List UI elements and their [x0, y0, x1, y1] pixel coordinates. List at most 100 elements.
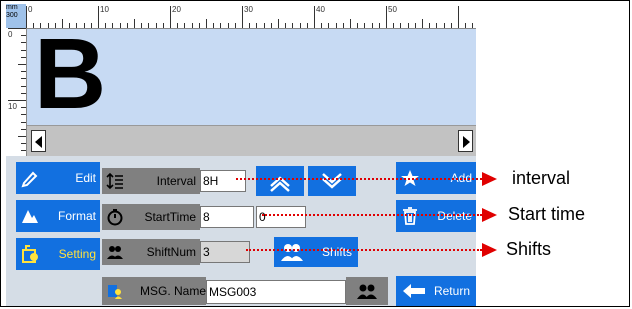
stopwatch-icon: [107, 209, 123, 226]
users-icon: [107, 246, 123, 259]
shiftnum-input[interactable]: 3: [200, 241, 250, 263]
scroll-left-button[interactable]: [31, 130, 46, 152]
ruler-tick: [21, 114, 26, 116]
ruler-tick: [21, 85, 26, 87]
ruler-tick: [134, 19, 135, 28]
ruler-label: 0: [8, 30, 13, 39]
starttime-annotation: Start time: [508, 204, 586, 224]
ruler-tick: [407, 23, 409, 28]
ruler-tick: [378, 23, 380, 28]
ruler-tick: [299, 23, 301, 28]
interval-down-button[interactable]: [308, 166, 356, 196]
ruler-tick: [155, 23, 157, 28]
interval-annotation: interval: [512, 168, 571, 188]
ruler-tick: [263, 23, 265, 28]
return-button[interactable]: Return: [396, 276, 476, 306]
ruler-tick: [472, 23, 474, 28]
msg-users-button[interactable]: [346, 277, 388, 305]
ruler-tick: [18, 136, 26, 137]
starttime-hour-input[interactable]: 8: [200, 206, 254, 228]
setting-icon: [22, 245, 38, 263]
ruler-tick: [278, 19, 279, 28]
ruler-tick: [21, 92, 26, 94]
ruler-tick: [21, 71, 26, 73]
ruler-tick: [126, 23, 128, 28]
format-button[interactable]: Format: [16, 200, 100, 232]
interval-label-box: Interval: [102, 168, 200, 194]
ruler-tick: [386, 6, 387, 28]
printer-screen: mm 300 0 10 20 30 40 50 0 10 B Edit Format Set…: [6, 4, 476, 306]
ruler-tick: [162, 23, 164, 28]
ruler-tick: [112, 23, 114, 28]
ruler-tick: [177, 23, 179, 28]
shiftnum-label-box: ShiftNum: [102, 239, 200, 265]
ruler-tick: [21, 107, 26, 109]
edit-button[interactable]: Edit: [16, 162, 100, 194]
ruler-tick: [26, 6, 27, 28]
arrow-right-icon: [463, 136, 470, 148]
ruler-tick: [184, 23, 186, 28]
ruler-tick: [371, 23, 373, 28]
users-icon: [281, 244, 303, 261]
interval-input[interactable]: 8H: [200, 170, 246, 192]
ruler-label: 40: [316, 5, 325, 14]
ruler-tick: [227, 23, 229, 28]
ruler-tick: [119, 23, 121, 28]
ruler-tick: [436, 23, 438, 28]
msg-name-input[interactable]: MSG003: [206, 280, 346, 304]
ruler-tick: [306, 23, 308, 28]
ruler-tick: [400, 23, 402, 28]
ruler-tick: [21, 143, 26, 145]
vertical-ruler: 0 10: [6, 28, 27, 162]
chevron-down-icon: [322, 173, 342, 189]
ruler-tick: [213, 23, 215, 28]
ruler-tick: [321, 23, 323, 28]
ruler-tick: [206, 19, 207, 28]
ruler-label: 10: [100, 5, 109, 14]
message-file-icon: [108, 285, 122, 299]
ruler-tick: [21, 150, 26, 152]
ruler-tick: [443, 23, 445, 28]
setting-button[interactable]: Setting: [16, 238, 100, 270]
horizontal-scrollbar[interactable]: [27, 125, 476, 157]
interval-annotation-line: [236, 178, 482, 180]
shifts-arrowhead: [482, 243, 497, 257]
msg-name-label-box: MSG. Name: [102, 277, 206, 305]
shifts-button[interactable]: Shifts: [274, 237, 358, 267]
ruler-label: 0: [28, 5, 33, 14]
ruler-tick: [234, 23, 236, 28]
ruler-tick: [21, 49, 26, 51]
interval-list-icon: [106, 172, 123, 190]
ruler-tick: [8, 100, 26, 101]
ruler-tick: [148, 23, 150, 28]
scroll-right-button[interactable]: [458, 130, 473, 152]
ruler-tick: [342, 23, 344, 28]
ruler-tick: [422, 19, 423, 28]
ruler-tick: [220, 23, 222, 28]
delete-button[interactable]: Delete: [396, 200, 476, 232]
starttime-minute-input[interactable]: 0: [256, 206, 306, 228]
ruler-label: 20: [172, 5, 181, 14]
ruler-tick: [458, 6, 459, 28]
ruler-tick: [414, 23, 416, 28]
message-text[interactable]: B: [34, 19, 106, 129]
format-icon: [22, 210, 38, 223]
ruler-label: 10: [8, 102, 17, 111]
starttime-annotation-line: [262, 214, 482, 216]
interval-up-button[interactable]: [256, 166, 304, 196]
chevron-up-icon: [270, 176, 290, 192]
starttime-arrowhead: [482, 208, 497, 222]
message-canvas[interactable]: B: [27, 19, 476, 129]
ruler-tick: [292, 23, 294, 28]
shifts-annotation: Shifts: [506, 239, 552, 259]
ruler-tick: [21, 121, 26, 123]
ruler-tick: [364, 23, 366, 28]
ruler-tick: [270, 23, 272, 28]
ruler-tick: [170, 6, 171, 28]
unit-indicator: mm 300: [6, 4, 26, 28]
ruler-tick: [450, 23, 452, 28]
ruler-tick: [191, 23, 193, 28]
arrow-left-icon: [35, 136, 42, 148]
pencil-icon: [21, 171, 38, 188]
ruler-tick: [18, 64, 26, 65]
